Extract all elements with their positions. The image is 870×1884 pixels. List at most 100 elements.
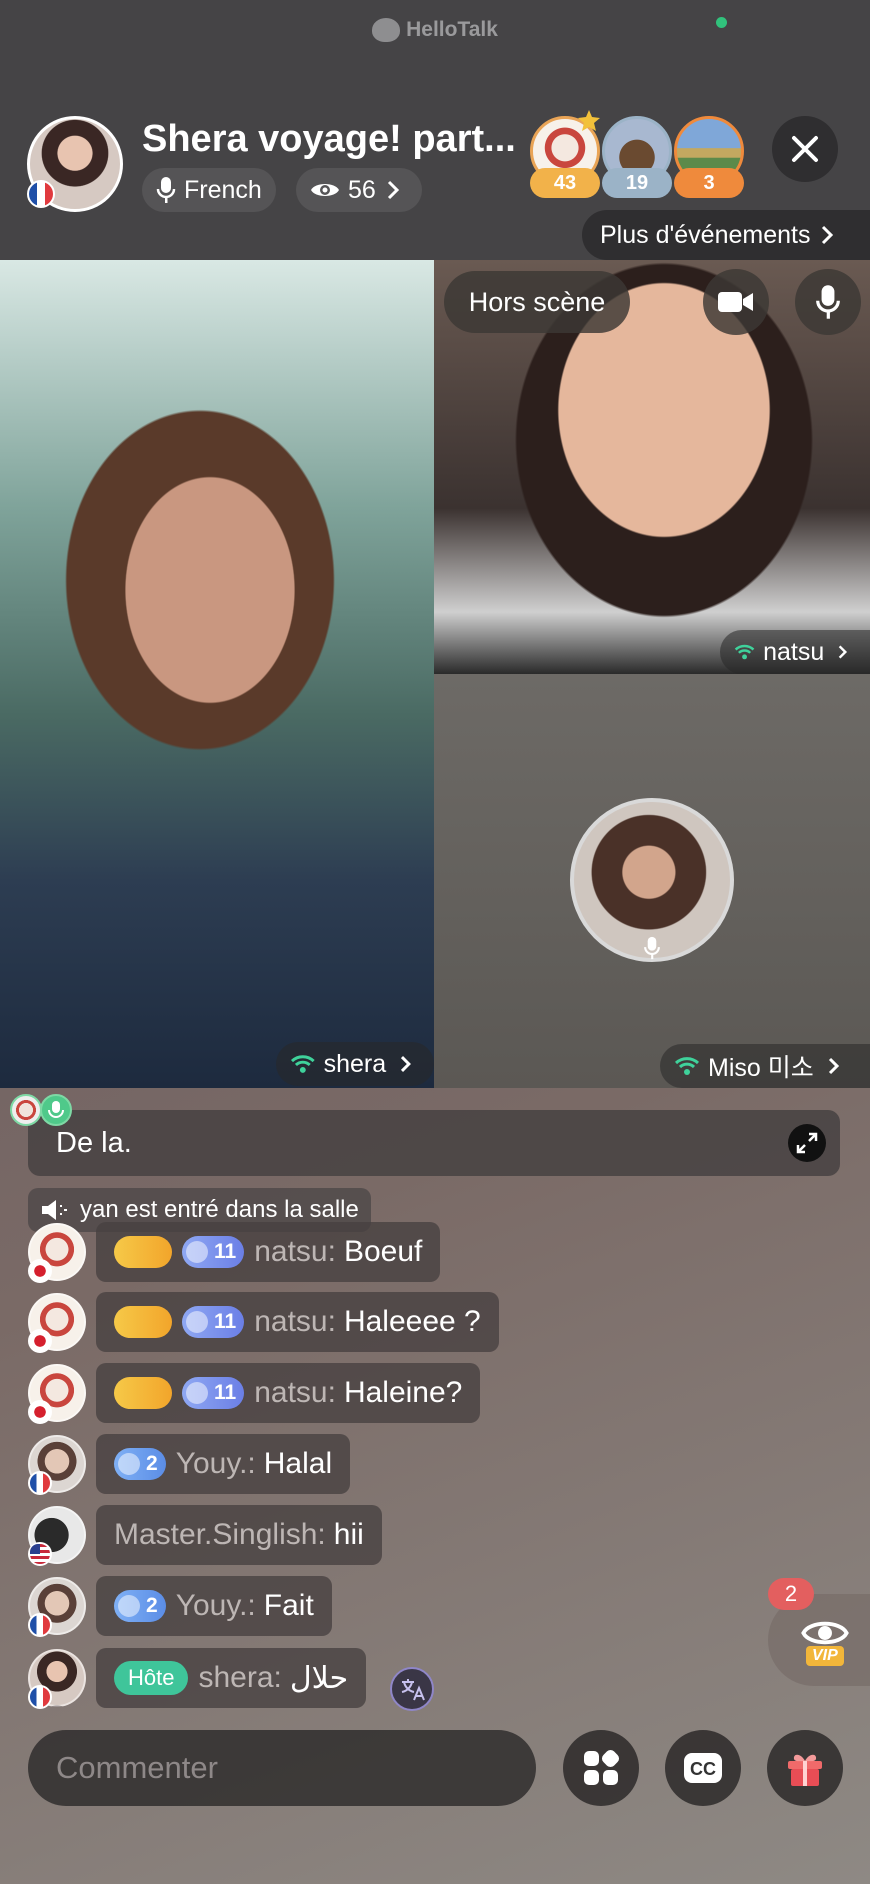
subtitle-text: De la. xyxy=(56,1126,132,1159)
france-flag-icon xyxy=(28,1685,52,1709)
offstage-button[interactable]: Hors scène xyxy=(444,271,630,333)
wifi-icon xyxy=(734,644,755,660)
chat-avatar[interactable] xyxy=(28,1435,86,1495)
hellotalk-logo-icon xyxy=(372,18,401,43)
top-gifter-count: 3 xyxy=(674,168,744,198)
video-tile-third[interactable]: Miso 미소 xyxy=(434,674,870,1088)
chat-bubble: Hôte shera: حلال xyxy=(96,1648,367,1708)
chevron-right-icon xyxy=(401,1056,412,1072)
speaker-name-tag[interactable]: shera xyxy=(276,1042,434,1086)
level-badge: 11 xyxy=(182,1377,245,1409)
top-bar: HelloTalk Shera voyage! part... French 5… xyxy=(0,0,870,260)
speaking-badge xyxy=(40,1094,72,1126)
speaker-name-tag[interactable]: natsu xyxy=(720,630,870,674)
apps-grid-icon xyxy=(584,1749,620,1785)
live-subtitle: De la. xyxy=(28,1110,840,1176)
translate-button[interactable] xyxy=(390,1667,434,1711)
chat-message[interactable]: 11 natsu: Haleeee ? xyxy=(28,1290,499,1354)
chat-username: Youy.: xyxy=(175,1589,256,1622)
eye-icon xyxy=(311,184,339,196)
top-gifter-count: 43 xyxy=(530,168,600,198)
level-number: 11 xyxy=(214,1310,237,1333)
chat-avatar[interactable] xyxy=(28,1649,86,1709)
chat-username: natsu: xyxy=(254,1305,336,1338)
video-camera-icon xyxy=(718,292,753,312)
level-badge: 11 xyxy=(182,1306,245,1338)
chat-text: Haleine? xyxy=(343,1376,463,1409)
speaker-mini-avatar xyxy=(10,1094,42,1126)
chat-message[interactable]: 2 Youy.: Fait xyxy=(28,1574,332,1638)
microphone-button[interactable] xyxy=(795,269,861,335)
chat-message[interactable]: Master.Singlish: hii xyxy=(28,1503,382,1567)
eye-icon xyxy=(801,1621,849,1645)
close-icon xyxy=(792,136,818,162)
chat-avatar[interactable] xyxy=(28,1293,86,1353)
chat-text: Haleeee ? xyxy=(343,1305,481,1338)
chat-message[interactable]: 11 natsu: Boeuf xyxy=(28,1220,441,1284)
video-tile-main[interactable]: shera xyxy=(0,260,434,1088)
chat-avatar[interactable] xyxy=(28,1364,86,1424)
chat-bubble: 11 natsu: Haleine? xyxy=(96,1363,481,1423)
chat-avatar[interactable] xyxy=(28,1506,86,1566)
camera-button[interactable] xyxy=(703,269,769,335)
captions-button[interactable]: CC xyxy=(665,1730,741,1806)
close-button[interactable] xyxy=(772,116,838,182)
japan-flag-icon xyxy=(28,1259,52,1283)
france-flag-icon xyxy=(28,1613,52,1637)
level-star-icon xyxy=(118,1453,140,1475)
expand-icon xyxy=(796,1132,818,1154)
chat-text: Boeuf xyxy=(343,1235,423,1268)
level-badge: 2 xyxy=(114,1590,166,1622)
chat-message[interactable]: 11 natsu: Haleine? xyxy=(28,1361,481,1425)
chat-avatar[interactable] xyxy=(28,1223,86,1283)
more-events-button[interactable]: Plus d'événements xyxy=(582,210,870,260)
expand-subtitle-button[interactable] xyxy=(788,1124,826,1162)
chat-message[interactable]: 2 Youy.: Halal xyxy=(28,1432,351,1496)
speaker-name: shera xyxy=(323,1049,387,1078)
speaker-name: Miso 미소 xyxy=(708,1054,814,1082)
chat-bubble: 11 natsu: Boeuf xyxy=(96,1222,441,1282)
chat-bubble: 2 Youy.: Halal xyxy=(96,1434,351,1494)
viewer-count-button[interactable]: 56 xyxy=(296,168,422,212)
chat-bubble: Master.Singlish: hii xyxy=(96,1505,382,1565)
level-number: 11 xyxy=(214,1381,237,1404)
level-number: 11 xyxy=(214,1240,237,1263)
translate-icon xyxy=(401,1679,425,1701)
speaker-name-tag[interactable]: Miso 미소 xyxy=(660,1044,870,1088)
chat-text: hii xyxy=(333,1518,364,1551)
more-events-label: Plus d'événements xyxy=(600,220,811,249)
apps-button[interactable] xyxy=(563,1730,639,1806)
level-badge: 11 xyxy=(182,1236,245,1268)
language-label: French xyxy=(184,175,262,204)
chevron-right-icon xyxy=(828,1057,839,1075)
level-number: 2 xyxy=(146,1452,158,1475)
gift-icon xyxy=(788,1754,822,1786)
level-badge: 2 xyxy=(114,1448,166,1480)
top-gifter-count: 19 xyxy=(602,168,672,198)
chat-avatar[interactable] xyxy=(28,1577,86,1637)
chat-message[interactable]: Hôte shera: حلال xyxy=(28,1646,367,1710)
chat-username: Master.Singlish: xyxy=(114,1518,326,1551)
room-language: French xyxy=(142,168,276,212)
microphone-icon xyxy=(816,285,840,319)
france-flag-icon xyxy=(28,1471,52,1495)
gold-level-badge xyxy=(114,1236,172,1268)
gold-level-badge xyxy=(114,1377,172,1409)
level-star-icon xyxy=(186,1382,208,1404)
host-badge: Hôte xyxy=(114,1661,189,1695)
chevron-right-icon xyxy=(839,645,848,659)
vip-count-badge: 2 xyxy=(768,1578,814,1610)
room-title[interactable]: Shera voyage! part... xyxy=(142,118,516,161)
chat-bubble: 11 natsu: Haleeee ? xyxy=(96,1292,499,1352)
chat-username: natsu: xyxy=(254,1235,336,1268)
gift-button[interactable] xyxy=(767,1730,843,1806)
comment-input[interactable]: Commenter xyxy=(28,1730,536,1806)
gold-level-badge xyxy=(114,1306,172,1338)
chevron-right-icon xyxy=(822,225,834,245)
france-flag-icon xyxy=(27,180,55,208)
chat-username: natsu: xyxy=(254,1376,336,1409)
brand-name: HelloTalk xyxy=(406,18,498,41)
level-star-icon xyxy=(118,1595,140,1617)
level-star-icon xyxy=(186,1241,208,1263)
wifi-icon xyxy=(290,1055,315,1073)
